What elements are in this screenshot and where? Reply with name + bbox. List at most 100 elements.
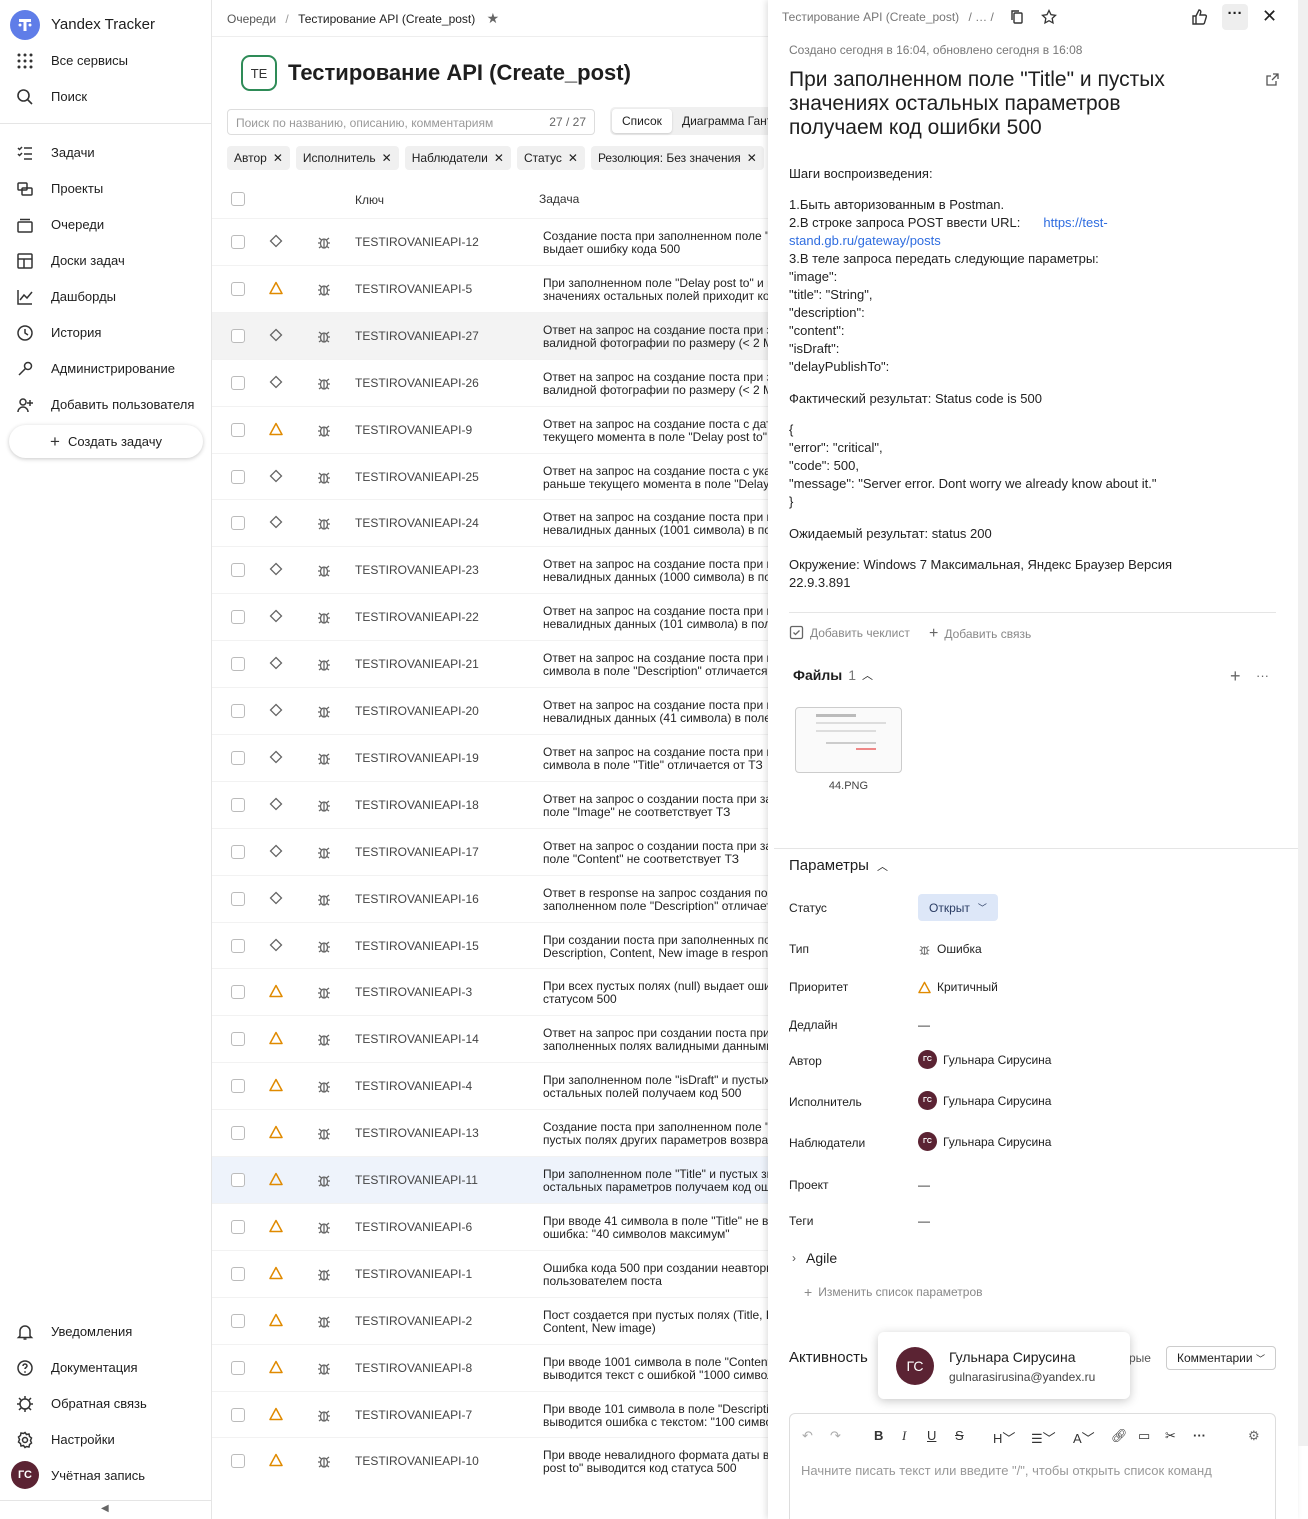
table-row[interactable]: TESTIROVANIEAPI-1 Ошибка кода 500 при соз… xyxy=(212,1250,772,1297)
issue-summary[interactable]: Ответ на запрос на создание поста при за… xyxy=(543,371,772,397)
row-checkbox[interactable] xyxy=(231,470,245,484)
issue-key[interactable]: TESTIROVANIEAPI-22 xyxy=(355,610,479,624)
issue-key[interactable]: TESTIROVANIEAPI-2 xyxy=(355,1314,472,1328)
sidebar-item-settings[interactable]: Настройки xyxy=(0,1421,211,1457)
issue-key[interactable]: TESTIROVANIEAPI-11 xyxy=(355,1173,478,1187)
issue-key[interactable]: TESTIROVANIEAPI-13 xyxy=(355,1126,479,1140)
issue-key[interactable]: TESTIROVANIEAPI-25 xyxy=(355,470,479,484)
sidebar-item-tasks[interactable]: Задачи xyxy=(0,134,211,170)
row-checkbox[interactable] xyxy=(231,610,245,624)
param-priority-value[interactable]: Критичный xyxy=(918,980,998,994)
redo-icon[interactable]: ↷ xyxy=(830,1428,841,1444)
row-checkbox[interactable] xyxy=(231,1220,245,1234)
filter-chip[interactable]: Наблюдатели ✕ xyxy=(404,146,511,170)
settings-gear-icon[interactable]: ⚙ xyxy=(1248,1428,1260,1444)
table-row[interactable]: TESTIROVANIEAPI-15 При создании поста при… xyxy=(212,922,772,969)
issue-key[interactable]: TESTIROVANIEAPI-1 xyxy=(355,1267,472,1281)
issue-summary[interactable]: Ответ на запрос на создание поста с дато… xyxy=(543,418,772,444)
issue-summary[interactable]: Ответ на запрос на создание поста при вв… xyxy=(543,511,772,537)
issue-summary[interactable]: Ответ на запрос на создание поста при вв… xyxy=(543,558,772,584)
row-checkbox[interactable] xyxy=(231,1454,245,1468)
issue-key[interactable]: TESTIROVANIEAPI-26 xyxy=(355,376,479,390)
issue-key[interactable]: TESTIROVANIEAPI-27 xyxy=(355,329,479,343)
row-checkbox[interactable] xyxy=(231,1361,245,1375)
close-icon[interactable]: ✕ xyxy=(273,151,283,165)
sidebar-item-notifications[interactable]: Уведомления xyxy=(0,1313,211,1349)
list-icon[interactable]: ☰﹀ xyxy=(1031,1428,1056,1447)
row-checkbox[interactable] xyxy=(231,751,245,765)
issue-key[interactable]: TESTIROVANIEAPI-12 xyxy=(355,235,479,249)
issue-summary[interactable]: Пост создается при пустых полях (Title, … xyxy=(543,1309,772,1335)
issue-key[interactable]: TESTIROVANIEAPI-20 xyxy=(355,704,479,718)
issue-summary[interactable]: Ответ на запрос о создании поста при заг… xyxy=(543,840,772,866)
issue-key[interactable]: TESTIROVANIEAPI-6 xyxy=(355,1220,472,1234)
row-checkbox[interactable] xyxy=(231,845,245,859)
sidebar-item-queues[interactable]: Очереди xyxy=(0,206,211,242)
issue-summary[interactable]: При заполненном поле "isDraft" и пустых … xyxy=(543,1074,772,1100)
row-checkbox[interactable] xyxy=(231,985,245,999)
issue-summary[interactable]: Ответ на запрос при создании поста при в… xyxy=(543,1027,772,1053)
favorite-star-icon[interactable] xyxy=(1041,9,1057,25)
close-icon[interactable]: ✕ xyxy=(568,151,578,165)
text-color-icon[interactable]: A﹀ xyxy=(1073,1428,1095,1447)
table-row[interactable]: TESTIROVANIEAPI-23 Ответ на запрос на соз… xyxy=(212,546,772,593)
bold-icon[interactable]: B xyxy=(874,1428,883,1443)
row-checkbox[interactable] xyxy=(231,657,245,671)
issue-summary[interactable]: Ответ на запрос на создание поста при вв… xyxy=(543,605,772,631)
issue-summary[interactable]: Ответ на запрос на создание поста при вв… xyxy=(543,699,772,725)
table-row[interactable]: TESTIROVANIEAPI-6 При вводе 41 символа в … xyxy=(212,1203,772,1250)
table-row[interactable]: TESTIROVANIEAPI-27 Ответ на запрос на соз… xyxy=(212,312,772,359)
column-header-task[interactable]: Задача xyxy=(539,192,579,216)
url-link[interactable]: https://test- xyxy=(1043,215,1107,230)
table-row[interactable]: TESTIROVANIEAPI-3 При всех пустых полях (… xyxy=(212,968,772,1015)
tab-list[interactable]: Список xyxy=(612,109,672,133)
row-checkbox[interactable] xyxy=(231,1408,245,1422)
table-row[interactable]: TESTIROVANIEAPI-13 Создание поста при зап… xyxy=(212,1109,772,1156)
row-checkbox[interactable] xyxy=(231,1267,245,1281)
issue-title[interactable]: При заполненном поле "Title" и пустых зн… xyxy=(789,68,1219,140)
table-row[interactable]: TESTIROVANIEAPI-2 Пост создается при пуст… xyxy=(212,1297,772,1344)
table-row[interactable]: TESTIROVANIEAPI-5 При заполненном поле "D… xyxy=(212,265,772,312)
issue-summary[interactable]: При всех пустых полях (null) выдает ошиб… xyxy=(543,980,772,1006)
issue-key[interactable]: TESTIROVANIEAPI-19 xyxy=(355,751,479,765)
row-checkbox[interactable] xyxy=(231,1314,245,1328)
table-row[interactable]: TESTIROVANIEAPI-7 При вводе 101 символа в… xyxy=(212,1391,772,1438)
filter-chip[interactable]: Резолюция: Без значения ✕ xyxy=(590,146,764,170)
like-icon[interactable] xyxy=(1190,8,1208,26)
row-checkbox[interactable] xyxy=(231,798,245,812)
add-link-button[interactable]: + Добавить связь xyxy=(929,625,1031,643)
row-checkbox[interactable] xyxy=(231,516,245,530)
sidebar-item-feedback[interactable]: Обратная связь xyxy=(0,1385,211,1421)
sidebar-item-account[interactable]: ГС Учётная запись xyxy=(0,1457,211,1493)
issue-summary[interactable]: Ошибка кода 500 при создании неавторизов… xyxy=(543,1262,772,1288)
close-panel-icon[interactable]: ✕ xyxy=(1262,6,1277,27)
issue-key[interactable]: TESTIROVANIEAPI-4 xyxy=(355,1079,472,1093)
table-row[interactable]: TESTIROVANIEAPI-16 Ответ в response на за… xyxy=(212,875,772,922)
file-thumbnail[interactable] xyxy=(795,707,902,773)
close-icon[interactable]: ✕ xyxy=(382,151,392,165)
collapse-sidebar-icon[interactable]: ◀ xyxy=(101,1503,109,1514)
row-checkbox[interactable] xyxy=(231,1126,245,1140)
open-external-icon[interactable] xyxy=(1265,72,1280,87)
issue-summary[interactable]: Создание поста при заполненном поле "Des… xyxy=(543,230,772,256)
breadcrumb-queues-link[interactable]: Очереди xyxy=(227,12,276,26)
table-row[interactable]: TESTIROVANIEAPI-17 Ответ на запрос о созд… xyxy=(212,828,772,875)
issue-summary[interactable]: Ответ на запрос на создание поста при вв… xyxy=(543,652,772,678)
comments-filter-select[interactable]: Комментарии ﹀ xyxy=(1166,1346,1276,1370)
more-actions-button[interactable]: ··· xyxy=(1222,4,1248,30)
files-section-header[interactable]: Файлы 1 ︿ xyxy=(793,667,873,683)
filter-chip[interactable]: Статус ✕ xyxy=(516,146,585,170)
table-row[interactable]: TESTIROVANIEAPI-12 Создание поста при зап… xyxy=(212,218,772,265)
row-checkbox[interactable] xyxy=(231,329,245,343)
undo-icon[interactable]: ↶ xyxy=(802,1428,813,1444)
filter-chip[interactable]: Исполнитель ✕ xyxy=(295,146,399,170)
issue-key[interactable]: TESTIROVANIEAPI-23 xyxy=(355,563,479,577)
column-header-key[interactable]: Ключ xyxy=(355,193,384,217)
param-deadline-value[interactable]: — xyxy=(918,1018,930,1032)
table-row[interactable]: TESTIROVANIEAPI-9 Ответ на запрос на созд… xyxy=(212,406,772,453)
issue-key[interactable]: TESTIROVANIEAPI-18 xyxy=(355,798,479,812)
issue-summary[interactable]: При вводе 41 символа в поле "Title" не в… xyxy=(543,1215,772,1241)
issue-summary[interactable]: При вводе 1001 символа в поле "Content" … xyxy=(543,1356,772,1382)
issue-summary[interactable]: При вводе 101 символа в поле "Descriptio… xyxy=(543,1403,772,1429)
popup-user-email[interactable]: gulnarasirusina@yandex.ru xyxy=(949,1370,1095,1384)
